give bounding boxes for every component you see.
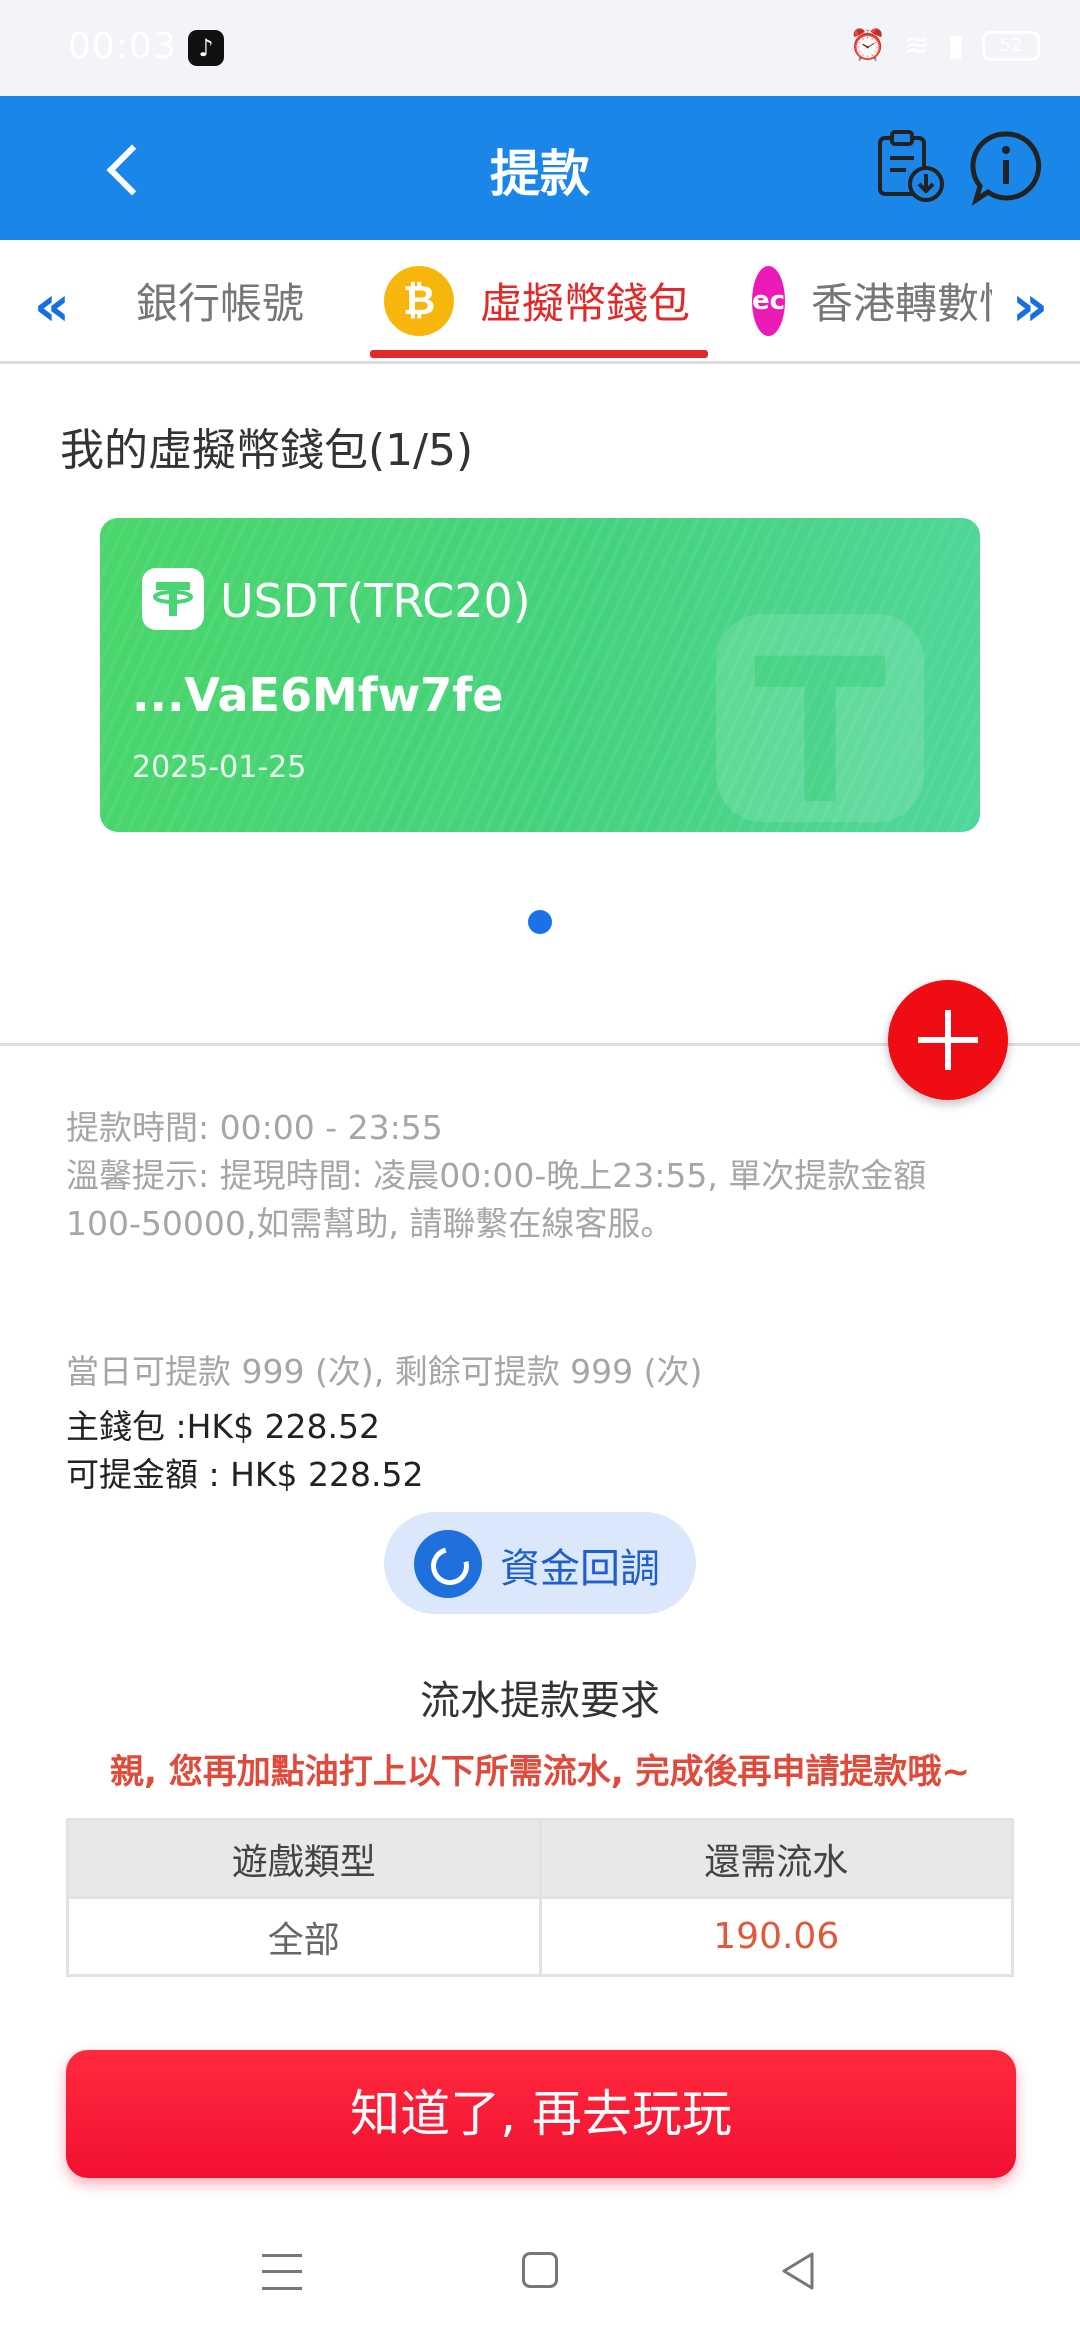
tab-label: 虛擬幣錢包: [480, 279, 691, 328]
tabs-scroll-left-icon[interactable]: «: [22, 274, 82, 339]
wallets-title: 我的虛擬幣錢包(1/5): [60, 425, 474, 476]
withdraw-screen: 00:03 ♪ ⏰ ≋ ▮ 52 提款 « 銀行帳號 ₿ 虛擬幣錢包 ec 香港…: [0, 0, 1080, 2340]
payment-method-tabs: « 銀行帳號 ₿ 虛擬幣錢包 ec 香港轉數快 »: [0, 240, 1080, 364]
column-remaining-turnover: 還需流水: [538, 1818, 1014, 1899]
tab-bank-account[interactable]: 銀行帳號: [136, 240, 304, 361]
wallet-card[interactable]: USDT(TRC20) ...VaE6Mfw7fe 2025-01-25: [100, 518, 980, 832]
tiktok-notification-icon: ♪: [188, 30, 224, 66]
refresh-icon: [414, 1530, 482, 1598]
recent-apps-icon[interactable]: [262, 2254, 302, 2290]
fund-callback-label: 資金回調: [500, 1546, 660, 1592]
alarm-icon: ⏰: [848, 28, 887, 63]
withdraw-records-icon[interactable]: [870, 126, 950, 210]
turnover-requirement-note: 親, 您再加點油打上以下所需流水, 完成後再申請提款哦~: [110, 1752, 970, 1792]
cell-game-type: 全部: [66, 1896, 542, 1977]
status-time: 00:03: [68, 26, 177, 67]
tabs-scroll-right-icon[interactable]: »: [1000, 274, 1060, 339]
turnover-requirement-title: 流水提款要求: [420, 1678, 660, 1724]
cell-remaining-turnover: 190.06: [538, 1896, 1014, 1977]
fund-callback-button[interactable]: 資金回調: [384, 1512, 696, 1614]
status-bar: 00:03 ♪ ⏰ ≋ ▮ 52: [0, 0, 1080, 96]
system-nav-bar: [0, 2208, 1080, 2340]
got-it-button[interactable]: 知道了, 再去玩玩: [66, 2050, 1016, 2178]
header-bar: 提款: [0, 96, 1080, 240]
withdraw-tip: 溫馨提示: 提現時間: 凌晨00:00-晚上23:55, 單次提款金額100-5…: [66, 1156, 927, 1243]
tether-watermark-icon: [716, 614, 924, 822]
signal-icon: ▮: [947, 28, 964, 63]
home-icon[interactable]: [522, 2252, 558, 2288]
main-wallet-balance: 主錢包 :HK$ 228.52: [66, 1407, 381, 1446]
bitcoin-icon: ₿: [384, 265, 454, 336]
add-wallet-button[interactable]: [888, 980, 1008, 1100]
wallet-address: ...VaE6Mfw7fe: [132, 668, 504, 722]
active-tab-indicator: [370, 350, 708, 358]
daily-withdraw-count: 當日可提款 999 (次), 剩餘可提款 999 (次): [66, 1352, 703, 1391]
info-icon[interactable]: [966, 126, 1046, 210]
tab-label: 香港轉數快: [811, 279, 992, 328]
column-game-type: 遊戲類型: [66, 1818, 542, 1899]
table-header-row: 遊戲類型 還需流水: [66, 1818, 1014, 1899]
ec-wallet-icon: ec: [752, 265, 786, 336]
wallet-date: 2025-01-25: [132, 750, 307, 785]
tether-icon: [142, 568, 204, 630]
withdraw-time: 提款時間: 00:00 - 23:55: [66, 1108, 443, 1147]
tab-crypto-wallet[interactable]: ₿ 虛擬幣錢包: [384, 240, 690, 361]
battery-icon: 52: [982, 30, 1040, 61]
back-triangle-icon[interactable]: [778, 2250, 818, 2292]
withdrawable-amount: 可提金額 : HK$ 228.52: [66, 1455, 424, 1494]
table-row: 全部 190.06: [66, 1896, 1014, 1977]
turnover-table: 遊戲類型 還需流水 全部 190.06: [66, 1818, 1014, 1977]
tab-label: 銀行帳號: [136, 279, 305, 328]
wallet-currency: USDT(TRC20): [220, 574, 531, 628]
carousel-indicator: [528, 910, 552, 934]
status-icons: ⏰ ≋ ▮ 52: [849, 28, 1040, 63]
wifi-icon: ≋: [904, 28, 930, 63]
tab-fps[interactable]: ec 香港轉數快: [752, 240, 992, 361]
